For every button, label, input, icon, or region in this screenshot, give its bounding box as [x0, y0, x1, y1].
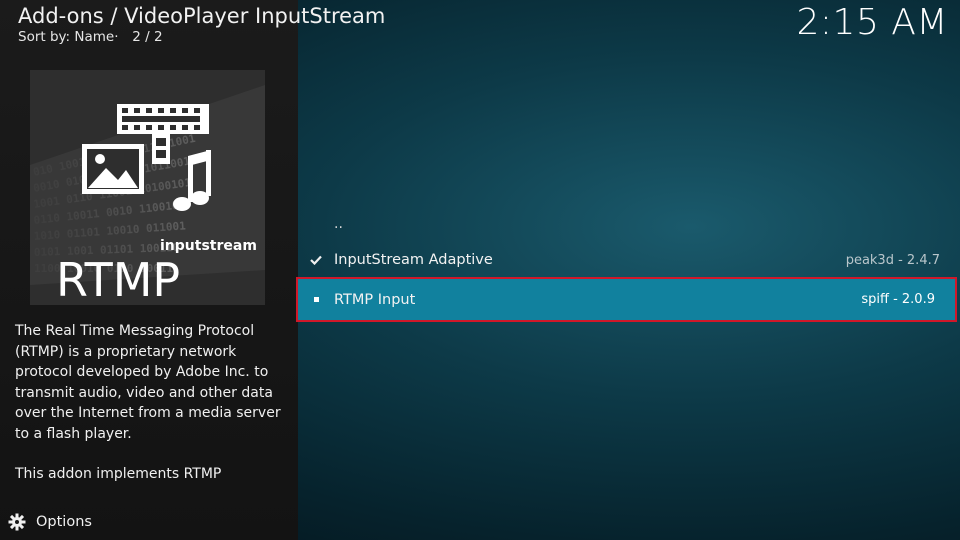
sort-label[interactable]: Sort by: Name	[18, 29, 114, 45]
page-title: Add-ons / VideoPlayer InputStream	[18, 4, 386, 28]
kodi-screen: Add-ons / VideoPlayer InputStream Sort b…	[0, 0, 960, 540]
list-item-version: spiff - 2.0.9	[861, 292, 935, 307]
checkmark-icon	[298, 255, 334, 265]
options-label: Options	[36, 514, 92, 530]
list-item-selected[interactable]: RTMP Input spiff - 2.0.9	[296, 277, 957, 322]
list-item-parent[interactable]: ..	[298, 205, 960, 243]
description-paragraph: This addon implements RTMP	[15, 466, 222, 482]
sort-status: Sort by: Name· 2 / 2	[18, 29, 163, 45]
list-item-label: ..	[334, 216, 343, 232]
bullet-icon	[298, 297, 334, 302]
options-button[interactable]: Options	[8, 510, 92, 534]
list-item[interactable]: InputStream Adaptive peak3d - 2.4.7	[298, 241, 960, 279]
thumbnail-caption: inputstream	[160, 238, 257, 254]
list-item-label: InputStream Adaptive	[334, 252, 493, 268]
addon-description: The Real Time Messaging Protocol (RTMP) …	[15, 321, 287, 485]
clock: 2:15 AM	[796, 2, 948, 43]
page-count: 2 / 2	[132, 29, 163, 45]
separator: ·	[114, 29, 119, 45]
gear-icon	[8, 513, 26, 531]
list-item-label: RTMP Input	[334, 291, 416, 308]
film-image-music-icon: 010 10011001011 0110 1001 0010 0101 1001…	[30, 70, 265, 305]
thumbnail-name: RTMP	[56, 253, 180, 305]
list-item-version: peak3d - 2.4.7	[845, 252, 940, 268]
description-paragraph: The Real Time Messaging Protocol (RTMP) …	[15, 323, 281, 442]
addon-thumbnail: 010 10011001011 0110 1001 0010 0101 1001…	[30, 70, 265, 305]
